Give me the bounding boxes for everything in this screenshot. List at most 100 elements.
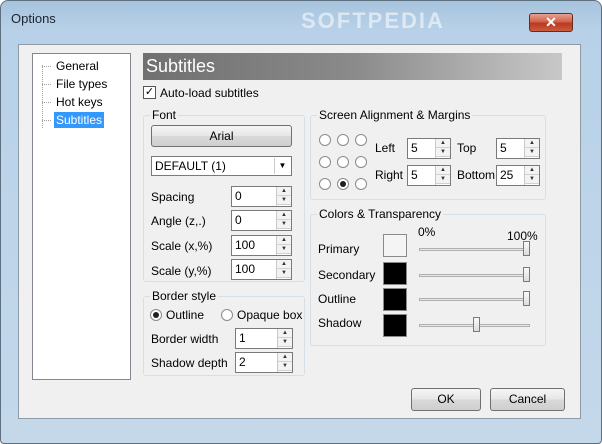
- title-bar[interactable]: Options SOFTPEDIA ✕: [1, 1, 601, 37]
- ok-button[interactable]: OK: [411, 388, 481, 411]
- spin-up-icon[interactable]: ▲: [436, 139, 450, 148]
- scale-y-label: Scale (y,%): [151, 264, 212, 278]
- scale-x-spinbox[interactable]: 100 ▲ ▼: [231, 235, 292, 256]
- spin-down-icon[interactable]: ▼: [277, 196, 291, 205]
- charset-select[interactable]: DEFAULT (1) ▼: [151, 156, 292, 176]
- transparency-min-label: 0%: [418, 225, 436, 239]
- angle-spinbox[interactable]: 0 ▲ ▼: [231, 210, 292, 231]
- align-bottom-right-radio[interactable]: [355, 178, 367, 190]
- spin-down-icon[interactable]: ▼: [525, 175, 539, 184]
- category-tree[interactable]: General File types Hot keys Subtitles: [32, 53, 131, 380]
- top-margin-label: Top: [457, 141, 477, 155]
- alignment-group: Screen Alignment & Margins Left 5 ▲ ▼ Top…: [310, 108, 546, 200]
- spin-up-icon[interactable]: ▲: [277, 260, 291, 269]
- shadow-depth-spinbox[interactable]: 2 ▲ ▼: [235, 352, 293, 373]
- secondary-color-label: Secondary: [318, 268, 376, 282]
- align-middle-left-radio[interactable]: [319, 156, 331, 168]
- secondary-transparency-slider[interactable]: [419, 266, 530, 284]
- alignment-group-title: Screen Alignment & Margins: [317, 108, 473, 122]
- spin-buttons[interactable]: ▲ ▼: [276, 236, 291, 255]
- spin-buttons[interactable]: ▲ ▼: [276, 260, 291, 279]
- spin-buttons[interactable]: ▲ ▼: [435, 139, 450, 158]
- spin-buttons[interactable]: ▲ ▼: [276, 187, 291, 206]
- slider-thumb[interactable]: [523, 267, 530, 282]
- spacing-value: 0: [235, 189, 242, 203]
- spin-down-icon[interactable]: ▼: [277, 245, 291, 254]
- tree-branch: [42, 120, 51, 121]
- tree-connector-line: [42, 65, 43, 128]
- font-button[interactable]: Arial: [151, 125, 292, 147]
- spacing-spinbox[interactable]: 0 ▲ ▼: [231, 186, 292, 207]
- border-width-label: Border width: [151, 332, 219, 346]
- left-margin-label: Left: [375, 141, 396, 155]
- outline-radio[interactable]: [150, 309, 162, 321]
- opaque-box-radio[interactable]: [221, 309, 233, 321]
- spin-up-icon[interactable]: ▲: [436, 166, 450, 175]
- left-margin-spinbox[interactable]: 5 ▲ ▼: [407, 138, 451, 159]
- spin-down-icon[interactable]: ▼: [436, 148, 450, 157]
- tree-item-label: Hot keys: [56, 95, 103, 109]
- bottom-margin-spinbox[interactable]: 25 ▲ ▼: [496, 165, 540, 186]
- secondary-color-swatch[interactable]: [383, 262, 407, 285]
- spin-buttons[interactable]: ▲ ▼: [524, 166, 539, 185]
- right-margin-label: Right: [375, 168, 404, 182]
- outline-transparency-slider[interactable]: [419, 290, 530, 308]
- shadow-color-swatch[interactable]: [383, 314, 407, 337]
- align-top-center-radio[interactable]: [337, 134, 349, 146]
- spin-up-icon[interactable]: ▲: [278, 353, 292, 362]
- align-bottom-center-radio[interactable]: [337, 178, 349, 190]
- slider-thumb[interactable]: [523, 241, 530, 256]
- spin-down-icon[interactable]: ▼: [436, 175, 450, 184]
- align-middle-center-radio[interactable]: [337, 156, 349, 168]
- shadow-color-label: Shadow: [318, 316, 362, 330]
- spin-up-icon[interactable]: ▲: [525, 166, 539, 175]
- left-margin-value: 5: [411, 141, 418, 155]
- spin-buttons[interactable]: ▲ ▼: [435, 166, 450, 185]
- align-bottom-left-radio[interactable]: [319, 178, 331, 190]
- autoload-checkbox[interactable]: ✓: [143, 86, 156, 99]
- tree-item-label: Subtitles: [54, 112, 105, 128]
- spin-down-icon[interactable]: ▼: [525, 148, 539, 157]
- right-margin-spinbox[interactable]: 5 ▲ ▼: [407, 165, 451, 186]
- spin-up-icon[interactable]: ▲: [525, 139, 539, 148]
- tree-branch: [42, 84, 51, 85]
- slider-thumb[interactable]: [473, 317, 480, 332]
- spin-buttons[interactable]: ▲ ▼: [524, 139, 539, 158]
- spin-down-icon[interactable]: ▼: [278, 338, 292, 347]
- close-button[interactable]: ✕: [529, 13, 573, 32]
- spin-up-icon[interactable]: ▲: [277, 236, 291, 245]
- watermark: SOFTPEDIA: [301, 8, 445, 33]
- tree-branch: [42, 102, 51, 103]
- primary-color-swatch[interactable]: [383, 234, 407, 257]
- border-width-spinbox[interactable]: 1 ▲ ▼: [235, 328, 293, 349]
- align-middle-right-radio[interactable]: [355, 156, 367, 168]
- align-top-left-radio[interactable]: [319, 134, 331, 146]
- scale-y-spinbox[interactable]: 100 ▲ ▼: [231, 259, 292, 280]
- cancel-button[interactable]: Cancel: [490, 388, 565, 411]
- spin-down-icon[interactable]: ▼: [278, 362, 292, 371]
- angle-value: 0: [235, 213, 242, 227]
- align-top-right-radio[interactable]: [355, 134, 367, 146]
- spin-down-icon[interactable]: ▼: [277, 269, 291, 278]
- spin-buttons[interactable]: ▲ ▼: [277, 329, 292, 348]
- spin-buttons[interactable]: ▲ ▼: [276, 211, 291, 230]
- bottom-margin-value: 25: [500, 168, 514, 182]
- spin-buttons[interactable]: ▲ ▼: [277, 353, 292, 372]
- scale-x-value: 100: [235, 238, 256, 252]
- right-margin-value: 5: [411, 168, 418, 182]
- top-margin-spinbox[interactable]: 5 ▲ ▼: [496, 138, 540, 159]
- chevron-down-icon: ▼: [274, 158, 290, 174]
- shadow-transparency-slider[interactable]: [419, 316, 530, 334]
- spin-down-icon[interactable]: ▼: [277, 220, 291, 229]
- slider-thumb[interactable]: [523, 291, 530, 306]
- page-title: Subtitles: [143, 53, 562, 80]
- outline-color-swatch[interactable]: [383, 288, 407, 311]
- angle-label: Angle (z,.): [151, 214, 206, 228]
- spin-up-icon[interactable]: ▲: [277, 211, 291, 220]
- primary-transparency-slider[interactable]: [419, 240, 530, 258]
- spin-up-icon[interactable]: ▲: [277, 187, 291, 196]
- scale-y-value: 100: [235, 262, 256, 276]
- spin-up-icon[interactable]: ▲: [278, 329, 292, 338]
- options-window: Options SOFTPEDIA ✕ General File types H…: [0, 0, 602, 444]
- slider-track: [419, 298, 530, 301]
